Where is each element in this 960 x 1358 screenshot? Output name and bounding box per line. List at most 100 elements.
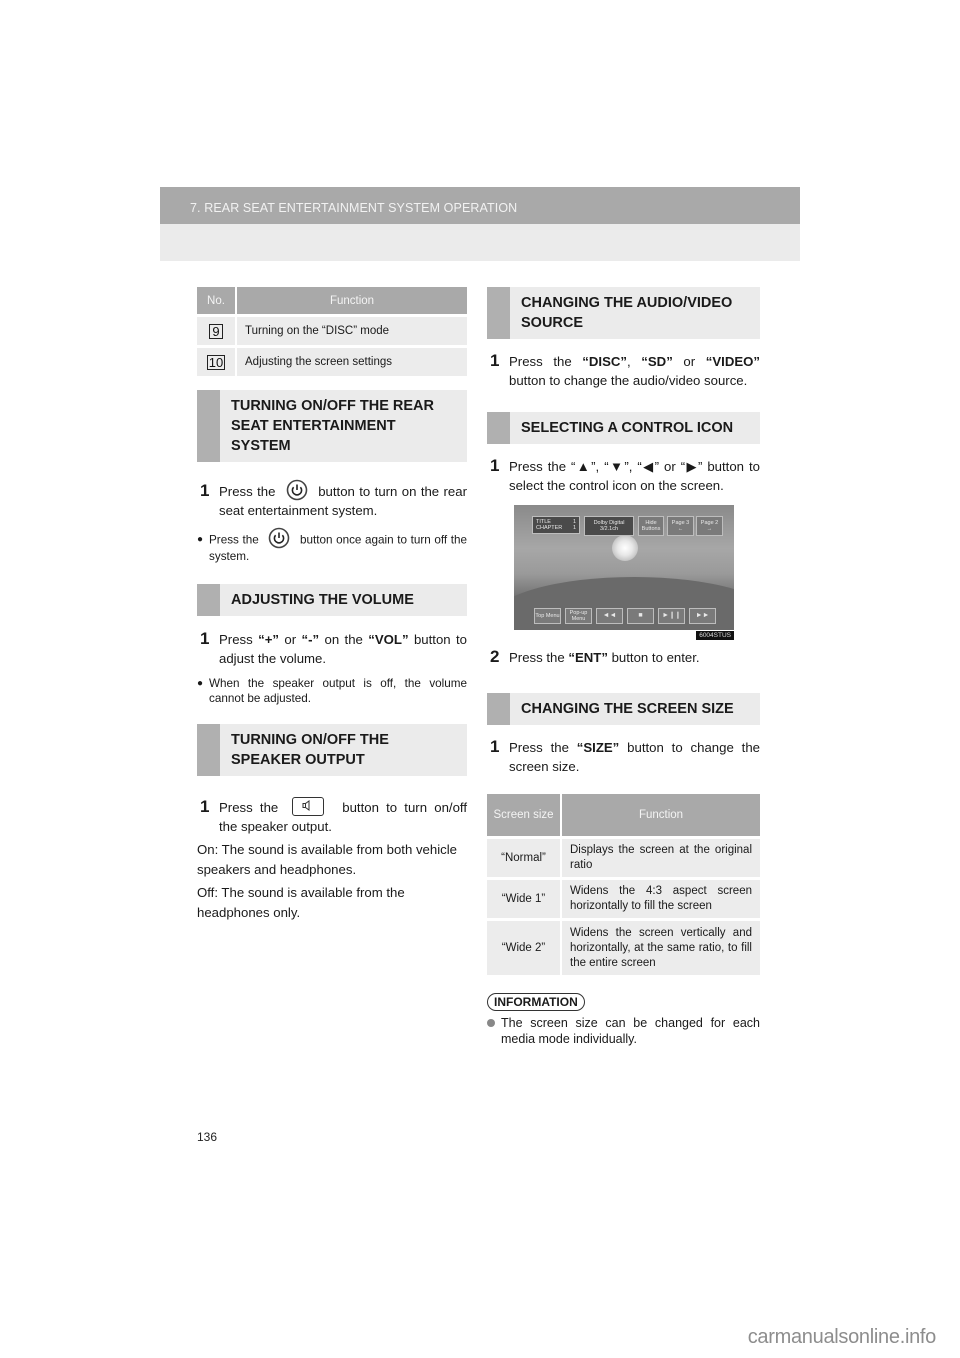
- information-block: INFORMATION The screen size can be chang…: [487, 993, 760, 1047]
- bullet-icon: ●: [197, 678, 204, 690]
- note-bullet: ● When the speaker output is off, the vo…: [197, 676, 467, 706]
- step-text: Press: [219, 632, 259, 648]
- page-number: 136: [197, 1130, 218, 1144]
- section-header-av-source: CHANGING THE AUDIO/VIDEO SOURCE: [487, 287, 760, 339]
- watermark: carmanualsonline.info: [747, 1326, 937, 1348]
- step-text: button to enter.: [607, 650, 700, 665]
- step-number: 1: [200, 629, 210, 649]
- table-row: “Wide 1” Widens the 4:3 aspect screen ho…: [487, 877, 760, 920]
- section-title: TURNING ON/OFF THE REAR SEAT ENTERTAINME…: [231, 398, 434, 454]
- right-column: CHANGING THE AUDIO/VIDEO SOURCE 1 Press …: [487, 287, 760, 1047]
- speaker-on-description: On: The sound is available from both veh…: [197, 842, 457, 877]
- table-row: 9 Turning on the “DISC” mode: [197, 314, 467, 347]
- section-title: ADJUSTING THE VOLUME: [231, 592, 414, 609]
- function-cell: Displays the screen at the original rati…: [561, 836, 760, 879]
- table-row: 10 Adjusting the screen settings: [197, 345, 467, 376]
- button-label-sd: “SD”: [641, 354, 673, 369]
- popup-menu-button[interactable]: Pop-up Menu: [565, 608, 592, 624]
- step-number: 2: [490, 647, 500, 666]
- step: 1 Press the “DISC”, “SD” or “VIDEO” butt…: [487, 351, 761, 390]
- button-label-vol: “VOL”: [368, 632, 409, 648]
- step: 1 Press the “▲”, “▼”, “◀” or “▶” button …: [487, 456, 760, 495]
- step-text: or: [279, 632, 302, 648]
- title-chapter-display: TITLE 1 CHAPTER 1: [532, 516, 580, 534]
- button-label-plus: “+”: [258, 632, 279, 648]
- function-table: No. Function 9 Turning on the “DISC” mod…: [197, 287, 467, 376]
- power-icon: [269, 527, 290, 549]
- button-label-disc: “DISC”: [582, 354, 627, 369]
- hide-buttons-button[interactable]: Hide Buttons: [638, 516, 664, 536]
- size-cell: “Wide 2”: [487, 918, 562, 975]
- bullet-icon: [487, 1019, 495, 1027]
- step-number: 1: [490, 351, 500, 370]
- stop-button[interactable]: ■: [627, 608, 654, 624]
- bullet-icon: ●: [197, 534, 204, 546]
- screen-size-table: Screen size Function “Normal” Displays t…: [487, 794, 760, 975]
- power-icon: [286, 479, 308, 501]
- step-text: Press the “▲”, “▼”, “◀” or “▶” button to…: [509, 459, 760, 493]
- section-title: TURNING ON/OFF THE SPEAKER OUTPUT: [231, 732, 389, 769]
- speaker-icon: [292, 797, 325, 817]
- section-title: CHANGING THE AUDIO/VIDEO SOURCE: [521, 295, 733, 331]
- step-number: 1: [200, 797, 210, 817]
- fast-forward-button[interactable]: ►►: [689, 608, 716, 624]
- table-row: “Normal” Displays the screen at the orig…: [487, 836, 760, 879]
- arrow-left-icon: ←: [677, 526, 684, 532]
- information-text: The screen size can be changed for each …: [501, 1016, 760, 1046]
- left-column: No. Function 9 Turning on the “DISC” mod…: [197, 287, 467, 922]
- audio-format-display: Dolby Digital 3/2.1ch: [584, 516, 634, 536]
- page3-button[interactable]: Page 3 ←: [667, 516, 694, 536]
- button-label-video: “VIDEO”: [705, 354, 761, 369]
- step-text: Press the: [509, 650, 569, 665]
- section-header-volume: ADJUSTING THE VOLUME: [197, 584, 467, 617]
- function-cell: Widens the 4:3 aspect screen horizontall…: [561, 877, 760, 920]
- dvd-screen-illustration: TITLE 1 CHAPTER 1 Dolby Digital 3/2.1ch Hi…: [514, 505, 734, 630]
- button-label-minus: “-”: [301, 632, 320, 648]
- step-text: Press the: [509, 740, 577, 755]
- col-header-function: Function: [236, 287, 467, 316]
- chapter-label: CHAPTER: [536, 525, 563, 531]
- step-text: Press the: [219, 800, 279, 816]
- note-bullet: ● Press the button once again to turn of…: [197, 527, 467, 564]
- audio-format-line: 3/2.1ch: [599, 526, 619, 532]
- step-number: 1: [490, 456, 500, 475]
- page2-button[interactable]: Page 2 →: [696, 516, 723, 536]
- button-label-size: “SIZE”: [576, 740, 620, 755]
- col-header-no: No.: [197, 287, 237, 316]
- top-menu-button[interactable]: Top Menu: [534, 608, 561, 624]
- rewind-button[interactable]: ◄◄: [596, 608, 623, 624]
- information-bullet: The screen size can be changed for each …: [487, 1015, 760, 1047]
- note-text: Press the: [209, 533, 259, 547]
- button-label-ent: “ENT”: [568, 650, 608, 665]
- play-pause-button[interactable]: ►❙❙: [658, 608, 685, 624]
- size-cell: “Wide 1”: [487, 877, 562, 920]
- item-number: 10: [206, 354, 226, 370]
- step-text: ,: [627, 354, 642, 369]
- chapter-title: 7. REAR SEAT ENTERTAINMENT SYSTEM OPERAT…: [190, 201, 518, 215]
- step-text: or: [672, 354, 706, 369]
- size-cell: “Normal”: [487, 836, 562, 879]
- function-cell: Adjusting the screen settings: [236, 345, 467, 376]
- table-row: “Wide 2” Widens the screen vertically an…: [487, 918, 760, 975]
- function-cell: Widens the screen vertically and horizon…: [561, 918, 760, 975]
- item-number: 9: [209, 323, 223, 339]
- arrow-right-icon: →: [706, 526, 713, 532]
- sun-graphic: [612, 535, 638, 561]
- chapter-value: 1: [572, 525, 576, 531]
- step-text: on the: [319, 632, 369, 648]
- step: 1 Press the “SIZE” button to change the …: [487, 737, 760, 776]
- step-text: button to change the audio/video source.: [509, 373, 748, 388]
- step: 1 Press the button to turn on the rear s…: [197, 479, 467, 520]
- step-number: 1: [200, 481, 210, 500]
- col-header-screen-size: Screen size: [487, 794, 562, 838]
- function-cell: Turning on the “DISC” mode: [236, 314, 467, 347]
- step: 1 Press the button to turn on/off the spe…: [197, 797, 467, 836]
- col-header-function: Function: [561, 794, 760, 838]
- note-text: When the speaker output is off, the volu…: [209, 677, 467, 706]
- step: 1 Press “+” or “-” on the “VOL” button t…: [197, 629, 467, 668]
- step-text: Press the: [509, 354, 583, 369]
- step-text: Press the: [219, 484, 276, 499]
- section-header-control-icon: SELECTING A CONTROL ICON: [487, 412, 760, 444]
- section-header-rse-power: TURNING ON/OFF THE REAR SEAT ENTERTAINME…: [197, 390, 467, 462]
- image-code: 6004STUS: [696, 631, 734, 640]
